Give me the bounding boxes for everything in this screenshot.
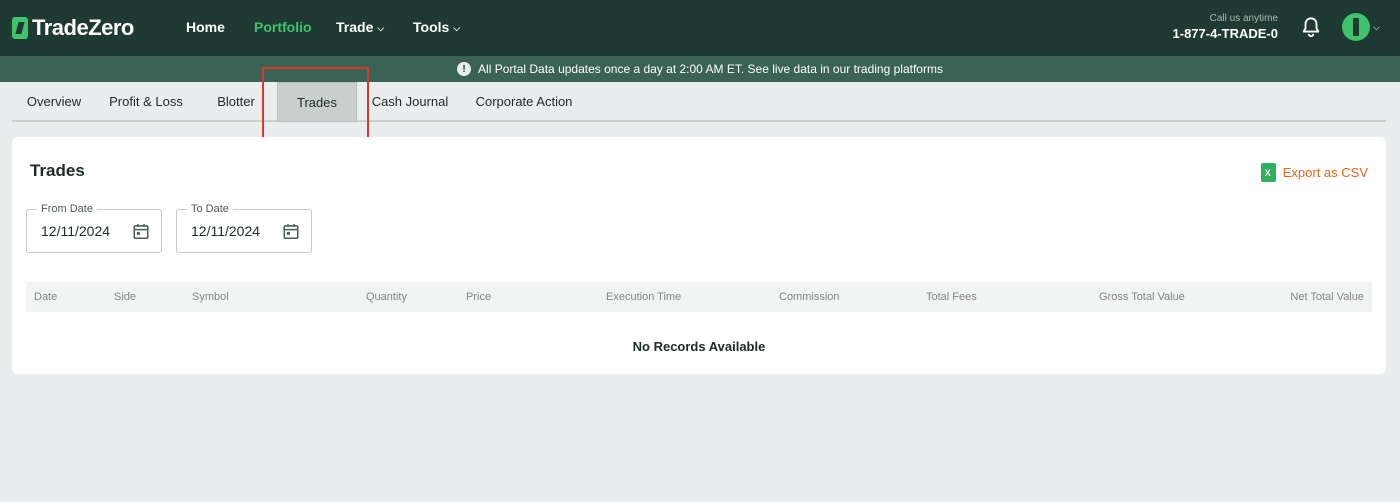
empty-state-message: No Records Available	[632, 339, 766, 354]
column-execution-time[interactable]: Execution Time	[606, 291, 681, 303]
from-date-field: From Date	[26, 203, 162, 253]
to-date-label: To Date	[187, 203, 233, 215]
column-total-fees[interactable]: Total Fees	[926, 291, 977, 303]
info-banner: ! All Portal Data updates once a day at …	[0, 56, 1400, 82]
contact-phone[interactable]: 1-877-4-TRADE-0	[1173, 25, 1278, 43]
chevron-down-icon: ⌵	[453, 23, 461, 33]
top-nav: TradeZero Home Portfolio Trade ⌵ Tools ⌵ C…	[0, 0, 1400, 56]
to-date-input[interactable]	[191, 223, 277, 239]
calendar-icon[interactable]	[282, 222, 300, 241]
column-quantity[interactable]: Quantity	[366, 291, 407, 303]
column-date[interactable]: Date	[34, 291, 57, 303]
tab-corporate-action[interactable]: Corporate Action	[472, 82, 576, 120]
column-gross-total-value[interactable]: Gross Total Value	[1099, 291, 1185, 303]
account-menu[interactable]: ⌵	[1342, 13, 1380, 41]
calendar-icon[interactable]	[132, 222, 150, 241]
column-commission[interactable]: Commission	[779, 291, 840, 303]
nav-home[interactable]: Home	[186, 19, 225, 35]
tradezero-logo-icon	[12, 17, 28, 39]
column-side[interactable]: Side	[114, 291, 136, 303]
nav-tools[interactable]: Tools ⌵	[413, 19, 460, 35]
nav-trade-label: Trade	[336, 19, 374, 35]
nav-tools-label: Tools	[413, 19, 450, 35]
brand-logo[interactable]: TradeZero	[12, 15, 134, 41]
table-header: Date Side Symbol Quantity Price Executio…	[26, 282, 1372, 312]
tab-cash-journal[interactable]: Cash Journal	[369, 82, 451, 120]
from-date-label: From Date	[37, 203, 97, 215]
portfolio-tabs: Overview Profit & Loss Blotter Trades Ca…	[12, 82, 1386, 122]
nav-trade[interactable]: Trade ⌵	[336, 19, 384, 35]
column-net-total-value[interactable]: Net Total Value	[1290, 291, 1364, 303]
page-title: Trades	[30, 161, 85, 180]
tab-profit-loss[interactable]: Profit & Loss	[103, 82, 189, 120]
chevron-down-icon: ⌵	[377, 23, 385, 33]
avatar-icon	[1342, 13, 1370, 41]
excel-icon	[1260, 163, 1276, 182]
nav-portfolio[interactable]: Portfolio	[254, 19, 312, 35]
to-date-field: To Date	[176, 203, 312, 253]
tab-blotter[interactable]: Blotter	[208, 82, 264, 120]
chevron-down-icon: ⌵	[1373, 21, 1380, 32]
bell-icon[interactable]	[1300, 16, 1322, 38]
from-date-input[interactable]	[41, 223, 127, 239]
trades-card: Trades Export as CSV From Date To Date D…	[12, 137, 1386, 374]
export-csv-button[interactable]: Export as CSV	[1260, 163, 1368, 182]
banner-text: All Portal Data updates once a day at 2:…	[478, 62, 943, 76]
tab-trades[interactable]: Trades	[277, 82, 357, 122]
brand-name: TradeZero	[32, 15, 134, 40]
contact-label: Call us anytime	[1209, 13, 1278, 24]
tab-overview[interactable]: Overview	[12, 82, 96, 120]
contact-info: Call us anytime 1-877-4-TRADE-0	[1173, 13, 1278, 43]
column-symbol[interactable]: Symbol	[192, 291, 229, 303]
export-csv-label: Export as CSV	[1282, 165, 1368, 180]
exclamation-icon: !	[457, 62, 472, 76]
column-price[interactable]: Price	[466, 291, 491, 303]
